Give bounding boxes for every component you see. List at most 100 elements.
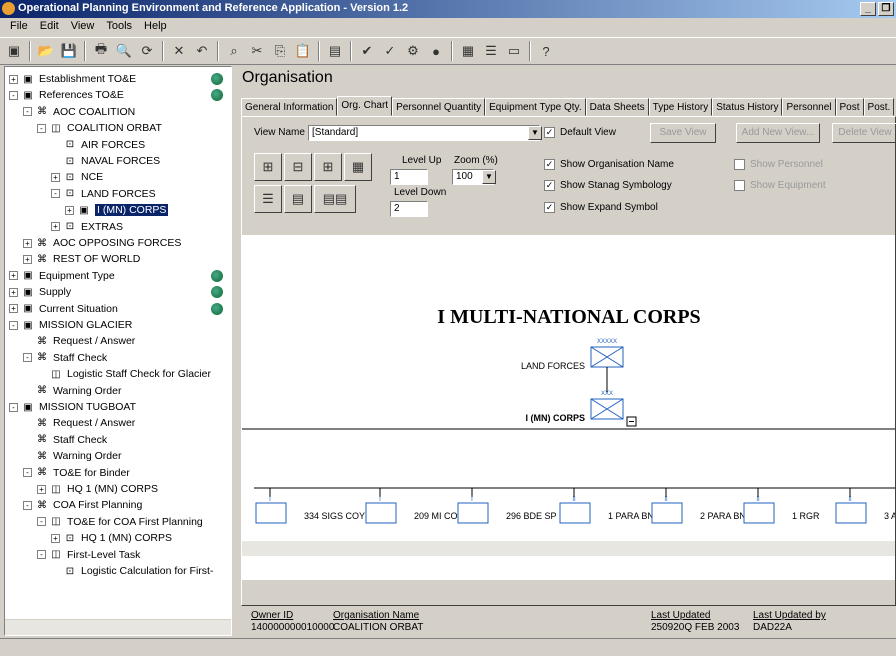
tree-expander-icon[interactable]: + bbox=[23, 254, 32, 264]
tree-expander-icon[interactable]: + bbox=[51, 533, 60, 543]
tab-status-history[interactable]: Status History bbox=[712, 98, 783, 116]
tree-expander-icon[interactable]: - bbox=[9, 320, 18, 330]
tree-item[interactable]: - ⌘ AOC COALITION bbox=[23, 104, 135, 120]
copy-icon[interactable]: ⎘ bbox=[270, 41, 290, 61]
tree-horizontal-scrollbar[interactable] bbox=[5, 619, 231, 635]
tree-item[interactable]: + ⊡ NCE bbox=[51, 169, 103, 185]
view-name-select[interactable]: [Standard] bbox=[308, 125, 540, 141]
calc-icon[interactable]: ▤ bbox=[325, 41, 345, 61]
show-equipment-checkbox[interactable] bbox=[734, 180, 745, 191]
minimize-button[interactable]: _ bbox=[860, 2, 876, 16]
tree-item[interactable]: - ◫ First-Level Task bbox=[37, 547, 140, 563]
show-expand-checkbox[interactable]: ✓ bbox=[544, 202, 555, 213]
tree-item[interactable]: ⌘ Request / Answer bbox=[23, 415, 135, 431]
tree-item[interactable]: - ◫ TO&E for COA First Planning bbox=[37, 514, 203, 530]
tree-item[interactable]: + ▣ Supply bbox=[9, 284, 71, 300]
tree-item[interactable]: - ▣ MISSION GLACIER bbox=[9, 317, 132, 333]
layout-wide-icon[interactable]: ⊞ bbox=[314, 153, 342, 181]
navigation-tree[interactable]: + ▣ Establishment TO&E - ▣ References TO&E - ⌘ A… bbox=[4, 66, 232, 636]
tab-equipment-type-qty[interactable]: Equipment Type Qty. bbox=[485, 98, 586, 116]
save-icon[interactable]: 💾 bbox=[59, 41, 79, 61]
tree-item[interactable]: ⊡ Logistic Calculation for First- bbox=[51, 563, 214, 579]
list-icon[interactable]: ☰ bbox=[481, 41, 501, 61]
chart-horizontal-scrollbar[interactable] bbox=[242, 540, 895, 556]
layout-detail-wide-icon[interactable]: ▤▤ bbox=[314, 185, 356, 213]
tree-expander-icon[interactable]: + bbox=[9, 74, 18, 84]
tree-expander-icon[interactable]: + bbox=[65, 205, 74, 215]
tree-expander-icon[interactable]: - bbox=[9, 90, 18, 100]
spell-icon[interactable]: ✔ bbox=[357, 41, 377, 61]
menu-help[interactable]: Help bbox=[138, 20, 173, 34]
tree-item[interactable]: + ⊡ HQ 1 (MN) CORPS bbox=[51, 530, 172, 546]
open-icon[interactable]: 📂 bbox=[36, 41, 56, 61]
tree-expander-icon[interactable]: - bbox=[51, 189, 60, 199]
card-icon[interactable]: ▭ bbox=[504, 41, 524, 61]
tree-expander-icon[interactable]: + bbox=[9, 304, 18, 314]
tree-item[interactable]: ⌘ Warning Order bbox=[23, 448, 121, 464]
tab-personnel-quantity[interactable]: Personnel Quantity bbox=[392, 98, 486, 116]
tree-item[interactable]: - ⌘ TO&E for Binder bbox=[23, 465, 130, 481]
tree-item[interactable]: ⌘ Request / Answer bbox=[23, 333, 135, 349]
refresh-icon[interactable]: ⟳ bbox=[137, 41, 157, 61]
check-icon[interactable]: ✓ bbox=[380, 41, 400, 61]
menu-view[interactable]: View bbox=[65, 20, 101, 34]
grid-icon[interactable]: ▦ bbox=[458, 41, 478, 61]
tree-expander-icon[interactable]: - bbox=[37, 517, 46, 527]
layout-vertical-icon[interactable]: ⊞ bbox=[254, 153, 282, 181]
tree-expander-icon[interactable]: + bbox=[51, 172, 60, 182]
org-chart-canvas[interactable]: I MULTI-NATIONAL CORPS XXXXX LAND FORCES XX… bbox=[242, 235, 895, 580]
tree-item[interactable]: - ⌘ COA First Planning bbox=[23, 497, 142, 513]
delete-view-button[interactable]: Delete View bbox=[832, 123, 896, 143]
tree-item[interactable]: - ⊡ LAND FORCES bbox=[51, 186, 156, 202]
tree-expander-icon[interactable]: - bbox=[23, 353, 32, 363]
preview-icon[interactable]: 🔍 bbox=[114, 41, 134, 61]
tab-general-information[interactable]: General Information bbox=[241, 98, 338, 116]
menu-edit[interactable]: Edit bbox=[34, 20, 65, 34]
show-personnel-checkbox[interactable] bbox=[734, 159, 745, 170]
help-icon[interactable]: ? bbox=[536, 41, 556, 61]
undo-icon[interactable]: ↶ bbox=[192, 41, 212, 61]
delete-icon[interactable]: ✕ bbox=[169, 41, 189, 61]
tree-item[interactable]: - ⌘ Staff Check bbox=[23, 350, 107, 366]
tab-personnel[interactable]: Personnel bbox=[782, 98, 836, 116]
tree-expander-icon[interactable]: + bbox=[37, 484, 46, 494]
tree-expander-icon[interactable]: + bbox=[51, 222, 60, 232]
zoom-dropdown-icon[interactable]: ▼ bbox=[482, 170, 496, 184]
tree-item[interactable]: + ▣ I (MN) CORPS bbox=[65, 202, 169, 218]
menu-file[interactable]: File bbox=[4, 20, 34, 34]
tree-item[interactable]: ⌘ Staff Check bbox=[23, 432, 107, 448]
default-view-checkbox[interactable]: ✓ bbox=[544, 127, 555, 138]
tree-item[interactable]: ⌘ Warning Order bbox=[23, 383, 121, 399]
tab-post[interactable]: Post bbox=[835, 98, 864, 116]
tree-expander-icon[interactable]: + bbox=[9, 287, 18, 297]
level-up-field[interactable]: 1 bbox=[390, 169, 428, 185]
tab-post-2[interactable]: Post. bbox=[863, 98, 895, 116]
find-icon[interactable]: ⌕ bbox=[224, 41, 244, 61]
tree-item[interactable]: - ▣ References TO&E bbox=[9, 87, 124, 103]
add-new-view-button[interactable]: Add New View... bbox=[736, 123, 820, 143]
tree-expander-icon[interactable]: + bbox=[9, 271, 18, 281]
layout-list-icon[interactable]: ☰ bbox=[254, 185, 282, 213]
tree-item[interactable]: + ◫ HQ 1 (MN) CORPS bbox=[37, 481, 158, 497]
view-name-dropdown-icon[interactable]: ▼ bbox=[528, 126, 542, 140]
tree-expander-icon[interactable]: - bbox=[37, 123, 46, 133]
tree-item[interactable]: + ⌘ AOC OPPOSING FORCES bbox=[23, 235, 181, 251]
show-org-name-checkbox[interactable]: ✓ bbox=[544, 159, 555, 170]
layout-tree-icon[interactable]: ⊟ bbox=[284, 153, 312, 181]
tools-icon[interactable]: ⚙ bbox=[403, 41, 423, 61]
new-icon[interactable]: ▣ bbox=[4, 41, 24, 61]
restore-button[interactable]: ❐ bbox=[878, 2, 894, 16]
tree-item[interactable]: + ▣ Current Situation bbox=[9, 301, 118, 317]
tree-item[interactable]: + ⊡ EXTRAS bbox=[51, 219, 123, 235]
layout-detail-icon[interactable]: ▤ bbox=[284, 185, 312, 213]
tree-expander-icon[interactable]: - bbox=[37, 550, 46, 560]
show-stanag-checkbox[interactable]: ✓ bbox=[544, 180, 555, 191]
tab-type-history[interactable]: Type History bbox=[648, 98, 713, 116]
tree-item[interactable]: - ▣ MISSION TUGBOAT bbox=[9, 399, 136, 415]
tree-item[interactable]: ⊡ NAVAL FORCES bbox=[51, 153, 160, 169]
print-icon[interactable]: 🖶 bbox=[91, 41, 111, 61]
tree-expander-icon[interactable]: - bbox=[9, 402, 18, 412]
tree-expander-icon[interactable]: - bbox=[23, 500, 32, 510]
tab-org-chart[interactable]: Org. Chart bbox=[337, 96, 393, 116]
tree-expander-icon[interactable]: - bbox=[23, 107, 32, 117]
